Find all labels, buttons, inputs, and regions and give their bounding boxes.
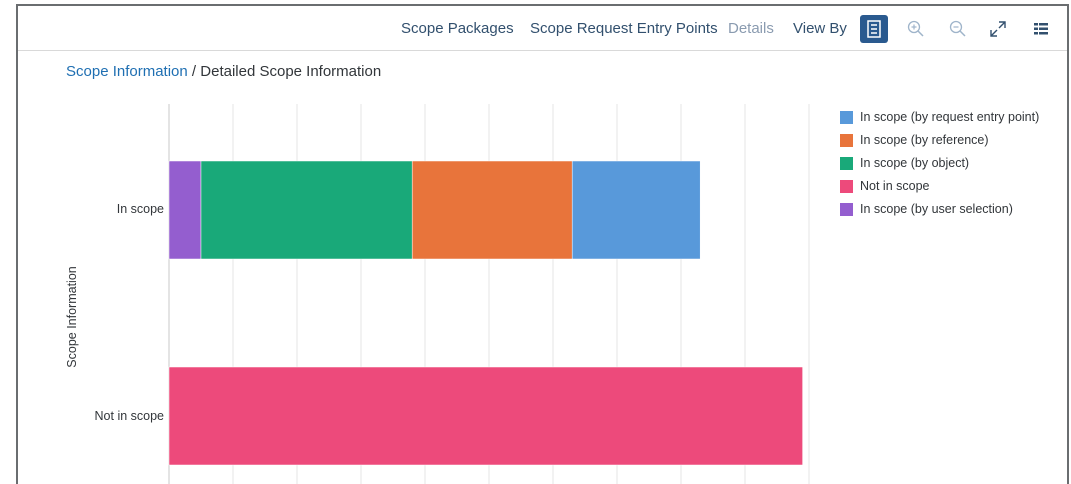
bar-segment-in-scope-by-reference[interactable] <box>411 160 573 260</box>
chart-container: Scope Packages Scope Request Entry Point… <box>16 4 1069 484</box>
legend-swatch <box>840 203 853 216</box>
legend-label: Not in scope <box>860 179 930 193</box>
y-axis-title: Scope Information <box>65 266 79 367</box>
legend-swatch <box>840 111 853 124</box>
legend-label: In scope (by request entry point) <box>860 110 1040 124</box>
legend-label: In scope (by user selection) <box>860 202 1013 216</box>
category-label-not-in-scope: Not in scope <box>95 409 165 423</box>
stacked-bar-chart: In scope Not in scope Scope Information <box>65 104 810 484</box>
category-label-in-scope: In scope <box>117 202 164 216</box>
legend-swatch <box>840 134 853 147</box>
bar-segment-in-scope-by-object[interactable] <box>200 160 413 260</box>
legend-label: In scope (by object) <box>860 156 970 170</box>
bar-segment-in-scope-by-user-selection[interactable] <box>168 160 202 260</box>
legend-swatch <box>840 180 853 193</box>
category-labels: In scope Not in scope <box>95 202 165 423</box>
legend-label: In scope (by reference) <box>860 133 989 147</box>
bar-segment-in-scope-by-request-entry-point[interactable] <box>571 160 701 260</box>
bar-segment-not-in-scope[interactable] <box>168 366 803 466</box>
bars <box>168 160 803 466</box>
legend-swatch <box>840 157 853 170</box>
